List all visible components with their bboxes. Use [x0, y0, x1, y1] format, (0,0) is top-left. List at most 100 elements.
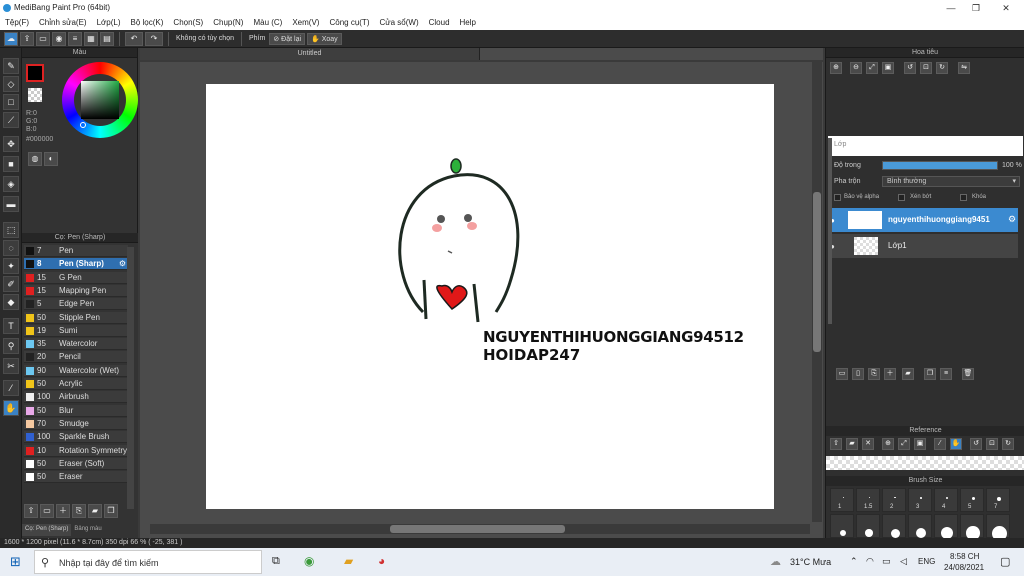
select-tool-icon[interactable]: ⬚ — [3, 222, 19, 238]
hand-tool-icon[interactable]: ✋ — [3, 400, 19, 416]
brush-size-cell[interactable]: 2 — [882, 488, 906, 512]
text-tool-icon[interactable]: T — [3, 318, 19, 334]
menu-tools[interactable]: Công cụ(T) — [324, 16, 374, 30]
menu-snap[interactable]: Chụp(N) — [208, 16, 248, 30]
share-icon[interactable]: ⇪ — [20, 31, 34, 46]
brush-row[interactable]: 50 Eraser — [24, 471, 128, 484]
new-brush-icon[interactable]: ▭ — [40, 504, 54, 518]
actual-size-icon[interactable]: ▣ — [882, 62, 894, 74]
pen-tool-icon[interactable]: ⟋ — [3, 112, 19, 128]
brush-size-cell[interactable]: 5 — [960, 488, 984, 512]
protect-alpha-checkbox[interactable] — [834, 194, 841, 201]
document-tab[interactable]: Untitled — [140, 48, 480, 60]
delete-layer-icon[interactable]: 🗑 — [962, 368, 974, 380]
rotate-left-icon[interactable]: ↺ — [904, 62, 916, 74]
comment-icon[interactable]: ▭ — [36, 31, 50, 46]
brush-tool-icon[interactable]: ✎ — [3, 58, 19, 74]
tab-brush[interactable]: Cọ: Pen (Sharp) — [22, 524, 72, 536]
cloud-icon[interactable]: ☁ — [4, 31, 18, 46]
new-layer-icon[interactable]: ▭ — [836, 368, 848, 380]
minimize-button[interactable]: — — [940, 2, 962, 14]
brush-row[interactable]: 15 G Pen — [24, 271, 128, 284]
add-layer-dropdown-icon[interactable]: ＋ — [884, 368, 896, 380]
redo-icon[interactable]: ↷ — [145, 31, 163, 46]
menu-select[interactable]: Chọn(S) — [168, 16, 208, 30]
ref-rotate-right-icon[interactable]: ↻ — [1002, 438, 1014, 450]
ref-eyedropper-icon[interactable]: ⁄ — [934, 438, 946, 450]
brush-size-cell[interactable]: 7 — [986, 488, 1010, 512]
brush-row[interactable]: 100 Sparkle Brush — [24, 431, 128, 444]
file-explorer-icon[interactable]: ▰ — [344, 554, 353, 568]
layer-row[interactable]: ● nguyenthihuonggiang9451 ⚙ — [830, 208, 1018, 232]
tab-palette[interactable]: Bảng màu — [71, 524, 104, 536]
reset-view-icon[interactable]: ⊡ — [920, 62, 932, 74]
chat-icon[interactable]: ◉ — [52, 31, 66, 46]
brush-size-cell[interactable] — [986, 514, 1010, 541]
close-button[interactable]: ✕ — [995, 2, 1017, 14]
menu-layer[interactable]: Lớp(L) — [92, 16, 126, 30]
menu-window[interactable]: Cửa sổ(W) — [374, 16, 423, 30]
palette-icon[interactable]: ◍ — [28, 152, 42, 166]
undo-icon[interactable]: ↶ — [125, 31, 143, 46]
menu-file[interactable]: Tệp(F) — [0, 16, 34, 30]
brush-size-cell[interactable]: 3 — [908, 488, 932, 512]
vertical-scroll-thumb[interactable] — [813, 192, 821, 352]
primary-color-swatch[interactable] — [26, 64, 44, 82]
panel-icon[interactable]: ▤ — [100, 31, 114, 46]
taskbar-search-box[interactable]: ⚲ Nhập tại đây để tìm kiếm — [34, 550, 262, 574]
layer-folder-icon[interactable]: ▰ — [902, 368, 914, 380]
brush-row[interactable]: 50 Acrylic — [24, 378, 128, 390]
rotate-button[interactable]: ✋ Xoay — [307, 32, 342, 45]
transparent-color-swatch[interactable] — [28, 88, 42, 102]
eraser-tool-icon[interactable]: ◇ — [3, 76, 19, 92]
brush-up-icon[interactable]: ⇧ — [24, 504, 38, 518]
app-taskbar-icon[interactable]: ◉ — [304, 554, 314, 568]
ref-actual-icon[interactable]: ▣ — [914, 438, 926, 450]
lasso-tool-icon[interactable]: ◌ — [3, 240, 19, 256]
reset-button[interactable]: ⊘ Đặt lại — [269, 32, 306, 45]
dot-tool-icon[interactable]: □ — [3, 94, 19, 110]
brush-row[interactable]: 35 Watercolor — [24, 338, 128, 351]
brush-row[interactable]: 10 Rotation Symmetry — [24, 444, 128, 457]
notification-icon[interactable]: ▢ — [1000, 555, 1010, 568]
task-view-icon[interactable]: ⧉ — [272, 555, 280, 568]
clock-date[interactable]: 24/08/2021 — [944, 563, 984, 572]
copy-brush-icon[interactable]: ❐ — [104, 504, 118, 518]
move-tool-icon[interactable]: ✥ — [3, 136, 19, 152]
select-pen-icon[interactable]: ✐ — [3, 276, 19, 292]
ref-zoom-in-icon[interactable]: ⊕ — [882, 438, 894, 450]
horizontal-scroll-thumb[interactable] — [390, 525, 565, 533]
add-brush-icon[interactable]: ＋ — [56, 504, 70, 518]
brush-row[interactable]: 50 Stipple Pen — [24, 311, 128, 324]
ref-rotate-left-icon[interactable]: ↺ — [970, 438, 982, 450]
lock-checkbox[interactable] — [960, 194, 967, 201]
merge-layer-icon[interactable]: ❐ — [924, 368, 936, 380]
opacity-slider[interactable] — [882, 161, 998, 170]
menu-help[interactable]: Help — [455, 16, 481, 30]
hue-wheel[interactable] — [62, 62, 138, 138]
operation-tool-icon[interactable]: ⚲ — [3, 338, 19, 354]
brush-list-scrollbar[interactable] — [127, 247, 134, 509]
rotate-right-icon[interactable]: ↻ — [936, 62, 948, 74]
brush-row[interactable]: 5 Edge Pen — [24, 298, 128, 311]
brush-size-cell[interactable] — [856, 514, 880, 538]
hue-cursor[interactable] — [80, 122, 86, 128]
import-brush-icon[interactable]: ⎘ — [72, 504, 86, 518]
close-reference-icon[interactable]: ✕ — [862, 438, 874, 450]
select-eraser-icon[interactable]: ◆ — [3, 294, 19, 310]
menu-color[interactable]: Màu (C) — [248, 16, 287, 30]
zoom-in-icon[interactable]: ⊕ — [830, 62, 842, 74]
brush-size-cell[interactable]: 1 — [830, 488, 854, 512]
brush-row[interactable]: 20 Pencil — [24, 351, 128, 364]
network-icon[interactable]: ◠ — [866, 556, 874, 567]
grid-icon[interactable]: ▦ — [84, 31, 98, 46]
brush-size-cell[interactable]: 1.5 — [856, 488, 880, 512]
brush-row[interactable]: 50 Eraser (Soft) — [24, 457, 128, 470]
duplicate-layer-icon[interactable]: ⎘ — [868, 368, 880, 380]
gear-icon[interactable]: ⚙ — [119, 259, 126, 268]
windows-start-icon[interactable]: ⊞ — [10, 554, 21, 570]
brush-row[interactable]: 8 Pen (Sharp) ⚙ — [24, 258, 128, 271]
shape-tool-icon[interactable]: ■ — [3, 156, 19, 172]
saturation-value-square[interactable] — [81, 81, 119, 119]
flip-icon[interactable]: ⇋ — [958, 62, 970, 74]
